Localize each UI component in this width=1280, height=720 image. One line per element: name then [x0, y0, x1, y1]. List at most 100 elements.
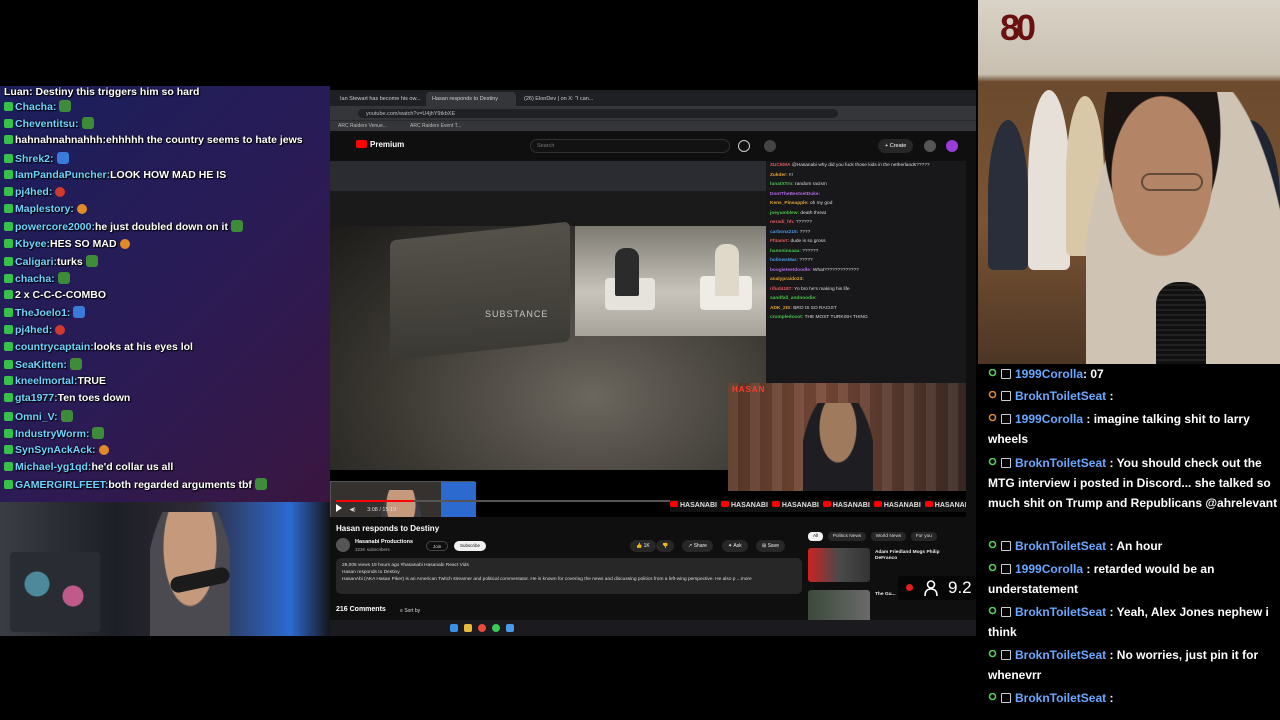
badge-icon	[4, 204, 13, 214]
channel-name[interactable]: Hasanabi Productions	[355, 539, 413, 545]
badge-icon	[1001, 693, 1011, 703]
chip-for-you[interactable]: For you	[910, 532, 937, 541]
emote-icon	[76, 204, 87, 215]
chat-username[interactable]: TheJoelo1:	[15, 307, 70, 319]
description-box[interactable]: 28,005 views 19 hours ago #hasanabi Hasa…	[336, 558, 802, 594]
share-button[interactable]: ↗ Share	[682, 540, 713, 552]
chat-username[interactable]: SeaKitten:	[15, 359, 67, 371]
chat-username[interactable]: countrycaptain:	[15, 341, 94, 353]
inner-chat-row: ADK_2IS: BRO IS SO RACIST	[766, 304, 966, 314]
sort-by-button[interactable]: ≡ Sort by	[400, 608, 420, 614]
chat-username[interactable]: IamPandaPuncher:	[15, 169, 110, 181]
chat-username[interactable]: BroknToiletSeat	[1015, 539, 1106, 553]
glasses	[1141, 173, 1203, 191]
search-icon[interactable]	[738, 140, 750, 152]
badge-icon	[1001, 458, 1011, 468]
spotify-icon[interactable]	[492, 624, 500, 632]
youtube-logo[interactable]: Premium	[356, 140, 404, 149]
chat-username[interactable]: BroknToiletSeat	[1015, 691, 1106, 705]
save-button[interactable]: ⊞ Save	[756, 540, 785, 552]
bookmark-2[interactable]: ARC Raiders Event T...	[410, 123, 461, 129]
badge-icon	[1001, 369, 1011, 379]
inner-chat-row: DontTheBestsetDuke:	[766, 190, 966, 200]
chip-politics-news[interactable]: Politics News	[827, 532, 867, 541]
chat-message: : An hour	[1106, 539, 1163, 553]
chat-username[interactable]: IndustryWorm:	[15, 428, 89, 440]
neon-sign: HASAN	[732, 385, 766, 394]
chat-message: TRUE	[77, 375, 107, 388]
create-button[interactable]: + Create	[878, 139, 914, 153]
browser-tab-3[interactable]: (26) ElonDev | on X: "I can...	[518, 92, 608, 106]
badge-icon	[4, 153, 13, 163]
ask-button[interactable]: ✦ Ask	[722, 540, 748, 552]
ticker-text: HASANABI	[730, 502, 768, 509]
chrome-icon[interactable]	[478, 624, 486, 632]
inner-chat-row: Zukder: !!!	[766, 171, 966, 181]
chat-username[interactable]: powercore2000:	[15, 221, 95, 233]
chat-username[interactable]: Shrek2:	[15, 153, 54, 165]
chat-line: BroknToiletSeat :	[988, 386, 1278, 406]
badge-icon	[1001, 541, 1011, 551]
chat-username[interactable]: Chacha:	[15, 101, 56, 113]
chat-line: SeaKitten:	[4, 358, 82, 372]
inner-chat-row: Kens_Pineapple: oh my god	[766, 199, 966, 209]
streamer-webcam: HASAN	[728, 383, 966, 491]
inner-chat-row: rifud4187: Yo bro he's making his life	[766, 285, 966, 295]
join-button[interactable]: Join	[426, 541, 449, 551]
chat-username[interactable]: Maplestory:	[15, 203, 74, 215]
browser-tab-2[interactable]: Hasan responds to Destiny	[426, 92, 516, 106]
recommended-title-1[interactable]: Adam Friedland Mogs Philip DeFranco	[875, 550, 945, 562]
chat-username[interactable]: 1999Corolla	[1015, 562, 1083, 576]
video-player[interactable]: SUBSTANCE ZUCEMA @Hasanabi why did you f…	[330, 161, 966, 517]
chat-username[interactable]: BroknToiletSeat	[1015, 389, 1106, 403]
chat-username[interactable]: chacha:	[15, 273, 55, 285]
chat-username[interactable]: Michael-yg1qd:	[15, 461, 91, 473]
chip-all[interactable]: All	[808, 532, 824, 541]
browser-tab-1[interactable]: Ian Stewart has become his ow...	[334, 92, 424, 106]
chat-line: TheJoelo1:	[4, 306, 86, 320]
chat-username[interactable]: BroknToiletSeat	[1015, 605, 1106, 619]
chat-username[interactable]: BroknToiletSeat	[1015, 648, 1106, 662]
inner-chat-username: neradi_hh:	[770, 220, 795, 225]
chat-username[interactable]: Kbyee:	[15, 238, 50, 250]
address-bar[interactable]: youtube.com/watch?v=U4jhY9tkbXE	[358, 109, 838, 118]
inner-chat-username: analypraido23:	[770, 277, 804, 282]
inner-chat-message: ??????	[800, 248, 819, 254]
inner-chat-row: Ff4amrt: dude is so gross	[766, 237, 966, 247]
volume-icon[interactable]: ◀)	[350, 507, 356, 513]
chat-username[interactable]: gta1977:	[15, 392, 58, 404]
windows-start-icon[interactable]	[450, 624, 458, 632]
chat-username[interactable]: pj4hed:	[15, 324, 52, 336]
bookmark-1[interactable]: ARC Raiders Venue...	[338, 123, 387, 129]
avatar[interactable]	[946, 140, 958, 152]
ticker-item: HASANABI	[924, 501, 966, 509]
user-icon	[988, 369, 997, 379]
recommended-thumbnail-2[interactable]	[808, 590, 870, 624]
channel-avatar[interactable]	[336, 538, 350, 552]
chat-username[interactable]: GAMERGIRLFEET:	[15, 479, 108, 491]
recommended-thumbnail-1[interactable]	[808, 548, 870, 582]
user-icon	[988, 458, 997, 468]
bell-icon[interactable]	[924, 140, 936, 152]
time-display: 3:08 / 15:19	[367, 507, 397, 513]
chat-username[interactable]: pj4hed:	[15, 186, 52, 198]
subscribe-button[interactable]: Subscribe	[454, 541, 487, 551]
chat-username[interactable]: SynSynAckAck:	[15, 444, 96, 456]
inner-chat-row: neradi_hh: ??????	[766, 218, 966, 228]
play-icon[interactable]	[336, 504, 342, 512]
chat-username[interactable]: kneelmortal:	[15, 375, 77, 387]
dislike-button[interactable]: 👎	[656, 540, 675, 552]
mic-icon[interactable]	[764, 140, 776, 152]
chat-username[interactable]: Omni_V:	[15, 411, 58, 423]
app-icon[interactable]	[506, 624, 514, 632]
chat-username[interactable]: 1999Corolla	[1015, 367, 1083, 381]
chat-username[interactable]: Cheventitsu:	[15, 118, 79, 130]
search-input[interactable]: Search	[530, 139, 730, 153]
chip-world-news[interactable]: World News	[870, 532, 907, 541]
like-button[interactable]: 👍 1K	[630, 540, 656, 552]
chat-username[interactable]: Caligari:	[15, 256, 57, 268]
chat-username[interactable]: 1999Corolla	[1015, 412, 1083, 426]
file-explorer-icon[interactable]	[464, 624, 472, 632]
badge-icon	[4, 393, 13, 403]
chat-username[interactable]: BroknToiletSeat	[1015, 456, 1106, 470]
